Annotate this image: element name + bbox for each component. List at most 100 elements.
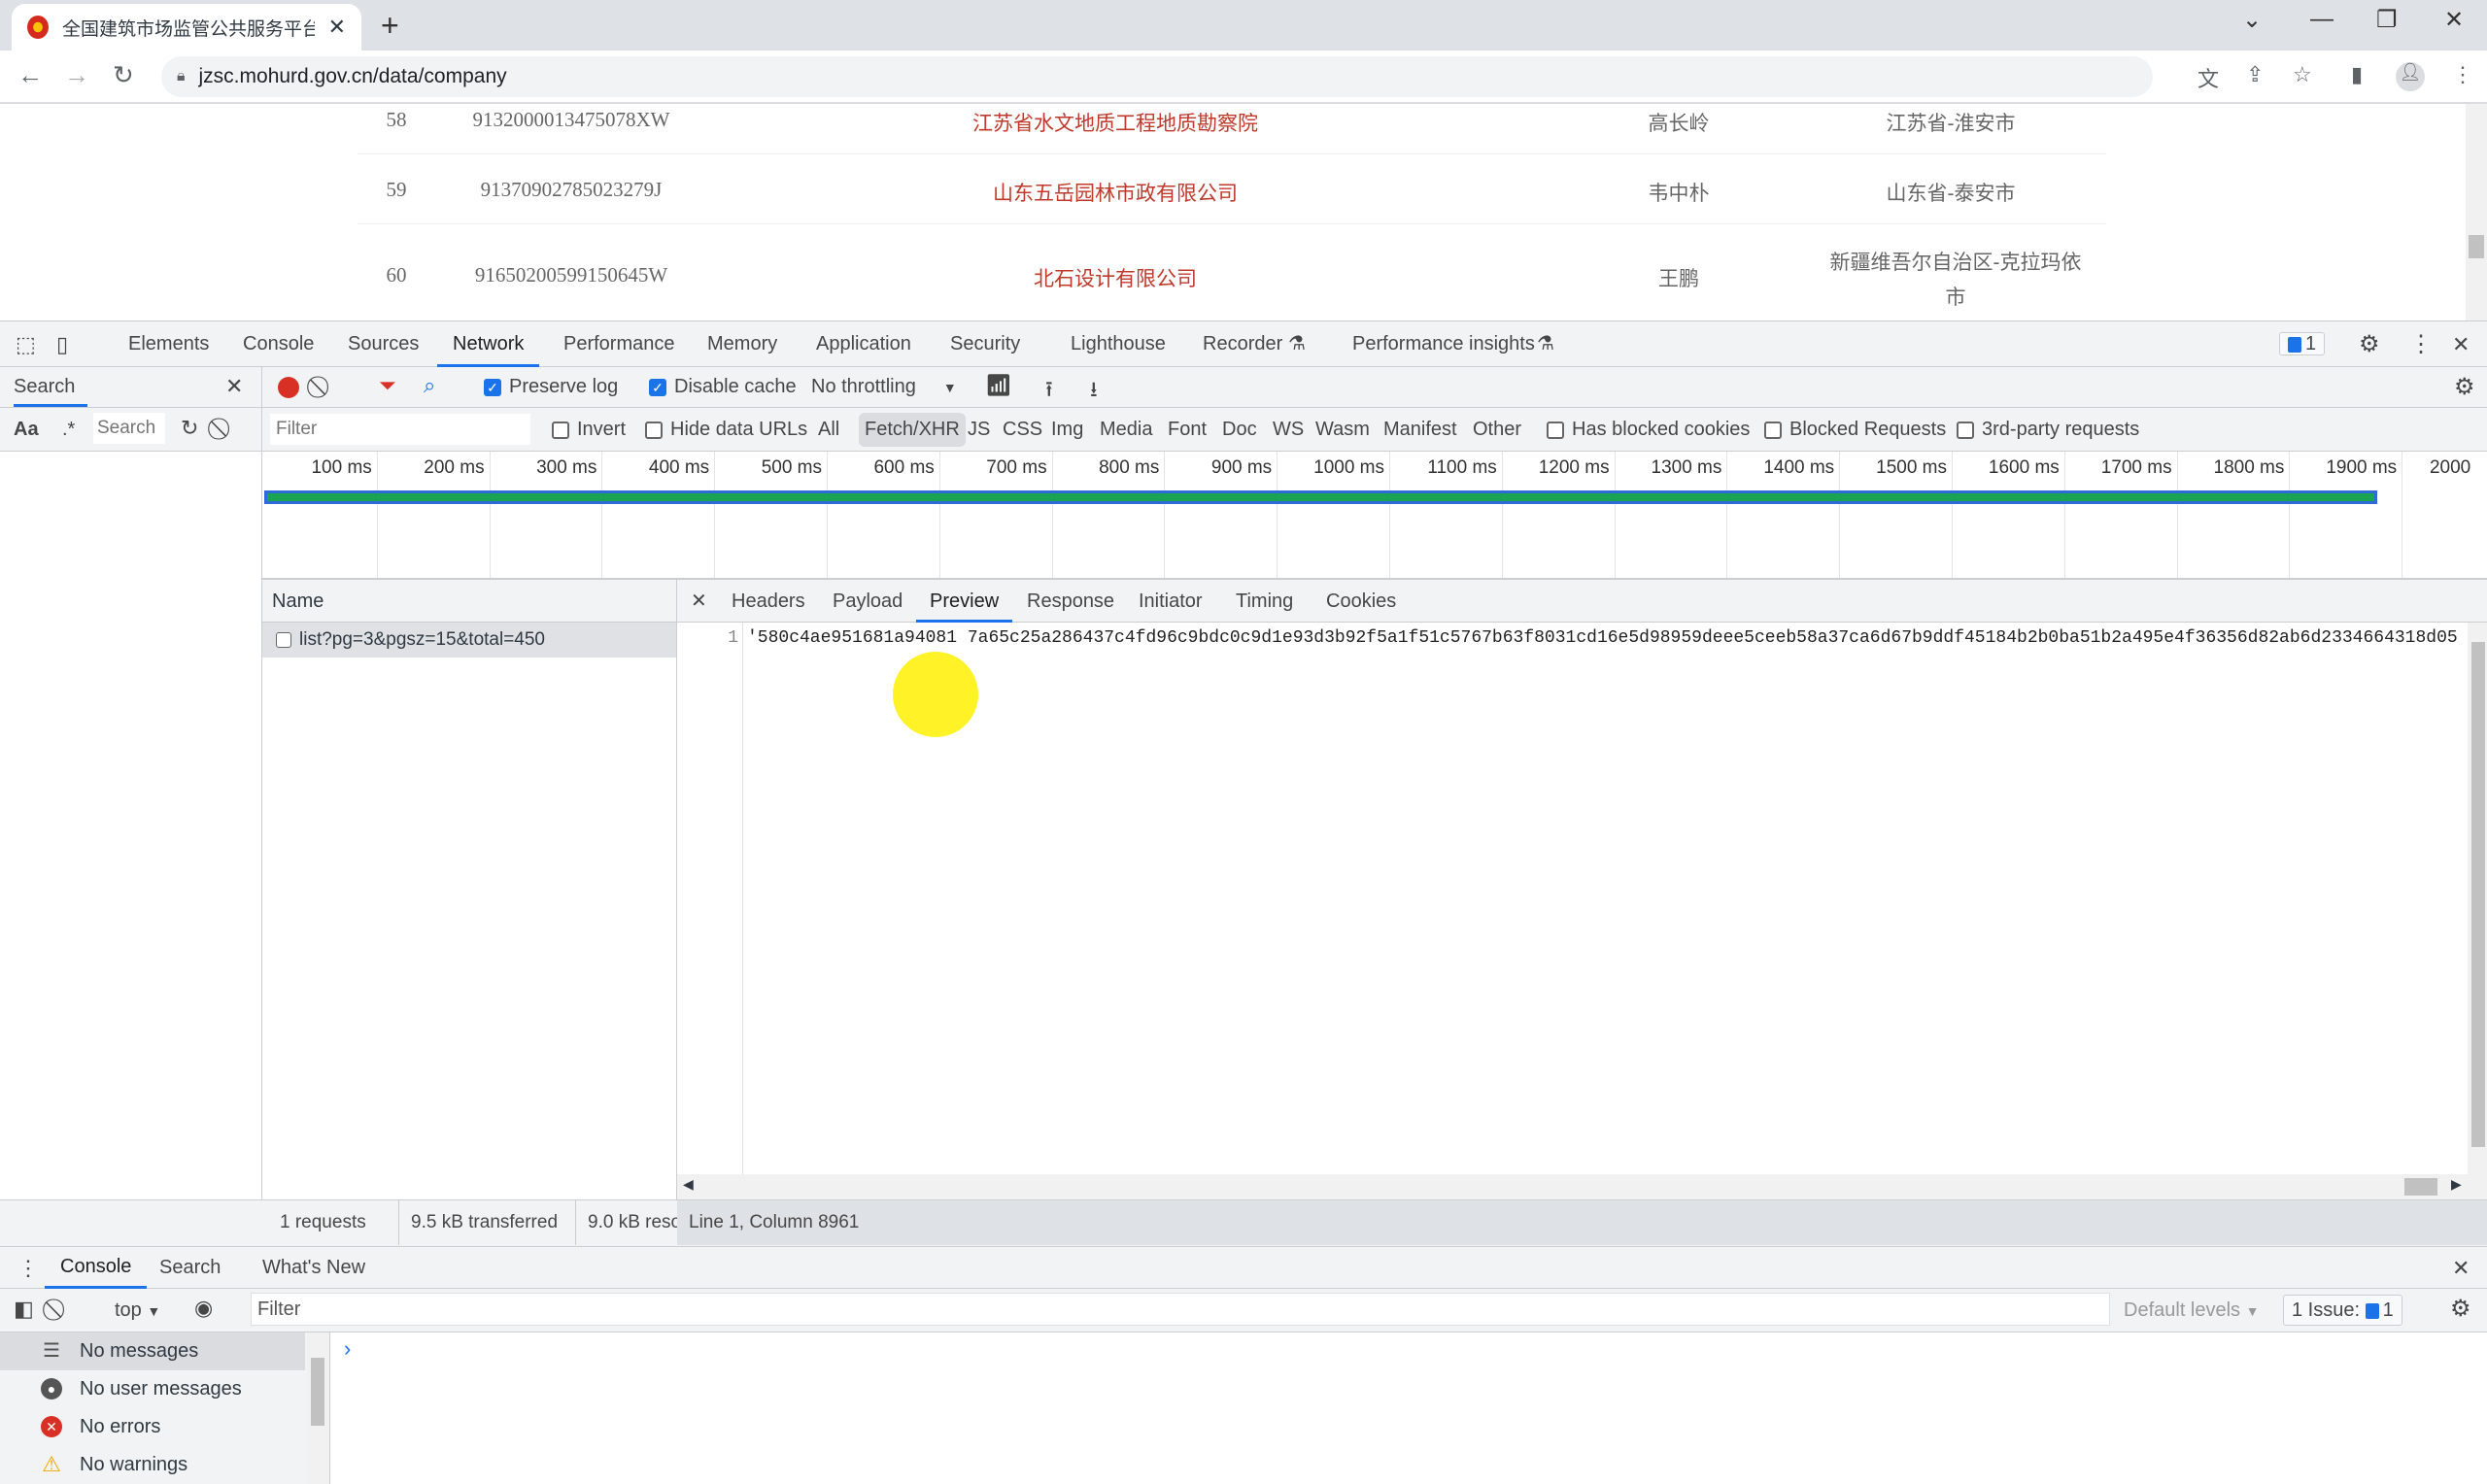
more-options-icon[interactable]: ⋮ xyxy=(2409,321,2433,367)
minimize-icon[interactable]: — xyxy=(2310,6,2334,33)
drawer-tab-whats-new[interactable]: What's New xyxy=(262,1247,365,1289)
scrollbar-thumb[interactable] xyxy=(2471,642,2485,1147)
sidebar-item-errors[interactable]: ✕ No errors xyxy=(0,1408,329,1446)
side-panel-icon[interactable]: ▮ xyxy=(2351,62,2363,87)
close-devtools-icon[interactable]: ✕ xyxy=(2452,321,2470,367)
close-detail-icon[interactable]: ✕ xyxy=(691,580,707,623)
search-icon[interactable]: ⌕ xyxy=(424,373,435,398)
drawer-menu-icon[interactable]: ⋮ xyxy=(17,1247,39,1289)
network-filter-input[interactable] xyxy=(270,414,530,445)
settings-gear-icon[interactable]: ⚙ xyxy=(2359,321,2380,367)
browser-tab[interactable]: 全国建筑市场监管公共服务平台 ✕ xyxy=(12,4,361,51)
search-input[interactable] xyxy=(93,413,165,444)
network-timeline-overview[interactable]: 100 ms 200 ms 300 ms 400 ms 500 ms 600 ms 700 … xyxy=(262,452,2487,580)
inspect-element-icon[interactable]: ⬚ xyxy=(16,321,36,367)
import-har-icon[interactable]: ⭱ xyxy=(1045,373,1053,410)
preserve-log-checkbox[interactable]: ✓ Preserve log xyxy=(484,376,618,398)
restore-icon[interactable]: ❐ xyxy=(2376,6,2398,34)
type-filter-font[interactable]: Font xyxy=(1168,419,1207,441)
tab-network[interactable]: Network xyxy=(437,321,540,367)
tab-initiator[interactable]: Initiator xyxy=(1139,580,1203,623)
console-filter-input[interactable]: Filter xyxy=(251,1293,2110,1326)
browser-menu-icon[interactable]: ⋮ xyxy=(2452,62,2473,87)
tab-memory[interactable]: Memory xyxy=(707,321,777,367)
live-expression-eye-icon[interactable]: ◉ xyxy=(194,1296,213,1321)
search-pane-title[interactable]: Search xyxy=(14,376,87,407)
close-search-icon[interactable]: ✕ xyxy=(225,374,243,399)
network-conditions-icon[interactable]: 📶︎ xyxy=(985,373,1012,398)
company-link[interactable]: 江苏省水文地质工程地质勘察院 xyxy=(843,108,1387,137)
preview-content[interactable]: 1 '580c4ae951681a94081 7a65c25a286437c4f… xyxy=(677,623,2466,1174)
context-select[interactable]: top ▼ xyxy=(115,1299,160,1322)
new-tab-button[interactable]: + xyxy=(381,8,399,44)
type-filter-img[interactable]: Img xyxy=(1051,419,1083,441)
name-column-header[interactable]: Name xyxy=(262,580,676,623)
drawer-tab-search[interactable]: Search xyxy=(159,1247,221,1289)
tab-headers[interactable]: Headers xyxy=(732,580,805,623)
tab-payload[interactable]: Payload xyxy=(833,580,903,623)
request-row[interactable]: list?pg=3&pgsz=15&total=450 xyxy=(262,623,676,658)
tab-elements[interactable]: Elements xyxy=(128,321,209,367)
sidebar-item-warnings[interactable]: ⚠ No warnings xyxy=(0,1446,329,1484)
log-levels-select[interactable]: Default levels ▼ xyxy=(2124,1299,2259,1322)
type-filter-all[interactable]: All xyxy=(818,419,839,441)
tab-performance[interactable]: Performance xyxy=(563,321,675,367)
filter-icon[interactable]: ⏷ xyxy=(379,373,396,398)
company-link[interactable]: 山东五岳园林市政有限公司 xyxy=(843,178,1387,207)
match-case-toggle[interactable]: Aa xyxy=(14,419,39,441)
company-link[interactable]: 北石设计有限公司 xyxy=(843,263,1387,292)
third-party-requests-checkbox[interactable]: 3rd-party requests xyxy=(1957,419,2139,441)
tab-lighthouse[interactable]: Lighthouse xyxy=(1071,321,1166,367)
tab-timing[interactable]: Timing xyxy=(1236,580,1293,623)
tab-security[interactable]: Security xyxy=(950,321,1020,367)
tab-response[interactable]: Response xyxy=(1027,580,1114,623)
type-filter-media[interactable]: Media xyxy=(1100,419,1152,441)
tab-preview[interactable]: Preview xyxy=(916,580,1013,623)
preview-horizontal-scrollbar[interactable]: ◀ ▶ xyxy=(677,1174,2487,1199)
sidebar-scrollbar[interactable] xyxy=(307,1332,328,1484)
record-icon[interactable] xyxy=(278,377,299,398)
url-text[interactable]: jzsc.mohurd.gov.cn/data/company xyxy=(199,65,507,88)
page-scrollbar[interactable] xyxy=(2466,104,2487,320)
tab-performance-insights[interactable]: Performance insights xyxy=(1352,321,1535,367)
type-filter-other[interactable]: Other xyxy=(1473,419,1521,441)
close-tab-icon[interactable]: ✕ xyxy=(328,15,346,40)
profile-avatar-icon[interactable]: 👤︎ xyxy=(2396,62,2425,91)
has-blocked-cookies-checkbox[interactable]: Has blocked cookies xyxy=(1547,419,1750,441)
tab-recorder[interactable]: Recorder xyxy=(1203,321,1282,367)
bookmark-star-icon[interactable]: ☆ xyxy=(2293,62,2312,87)
hide-data-urls-checkbox[interactable]: Hide data URLs xyxy=(645,419,807,441)
close-drawer-icon[interactable]: ✕ xyxy=(2452,1247,2470,1289)
forward-icon[interactable]: → xyxy=(64,60,89,90)
share-icon[interactable]: ⇪ xyxy=(2246,62,2264,87)
tab-application[interactable]: Application xyxy=(816,321,911,367)
sidebar-item-messages[interactable]: ☰ No messages xyxy=(0,1332,305,1370)
regex-toggle[interactable]: .* xyxy=(62,419,75,441)
issues-badge[interactable]: 1 xyxy=(2279,329,2326,360)
disable-cache-checkbox[interactable]: ✓ Disable cache xyxy=(649,376,797,398)
type-filter-fetch-xhr[interactable]: Fetch/XHR xyxy=(859,413,966,447)
type-filter-css[interactable]: CSS xyxy=(1003,419,1042,441)
throttling-select[interactable]: No throttling ▼ xyxy=(811,376,957,398)
type-filter-wasm[interactable]: Wasm xyxy=(1315,419,1370,441)
reload-icon[interactable]: ↻ xyxy=(113,60,134,90)
response-text[interactable]: '580c4ae951681a94081 7a65c25a286437c4fd9… xyxy=(747,628,2457,648)
console-sidebar-toggle-icon[interactable]: ◧ xyxy=(14,1297,34,1322)
lock-icon[interactable]: 🔒︎ xyxy=(177,68,186,85)
type-filter-ws[interactable]: WS xyxy=(1273,419,1304,441)
tab-search-icon[interactable]: ⌄ xyxy=(2242,6,2262,34)
refresh-search-icon[interactable]: ↻ xyxy=(181,416,198,441)
tab-console[interactable]: Console xyxy=(243,321,314,367)
blocked-requests-checkbox[interactable]: Blocked Requests xyxy=(1764,419,1946,441)
request-name[interactable]: list?pg=3&pgsz=15&total=450 xyxy=(299,629,545,650)
type-filter-doc[interactable]: Doc xyxy=(1222,419,1257,441)
export-har-icon[interactable]: ⭳ xyxy=(1090,373,1098,410)
console-prompt-icon[interactable]: › xyxy=(344,1336,351,1362)
close-window-icon[interactable]: ✕ xyxy=(2444,6,2464,34)
network-settings-icon[interactable]: ⚙ xyxy=(2454,373,2475,401)
back-icon[interactable]: ← xyxy=(17,60,43,90)
type-filter-js[interactable]: JS xyxy=(968,419,990,441)
invert-checkbox[interactable]: Invert xyxy=(552,419,626,441)
device-toolbar-icon[interactable]: ▯ xyxy=(56,321,68,367)
translate-icon[interactable]: 文 xyxy=(2197,62,2219,93)
